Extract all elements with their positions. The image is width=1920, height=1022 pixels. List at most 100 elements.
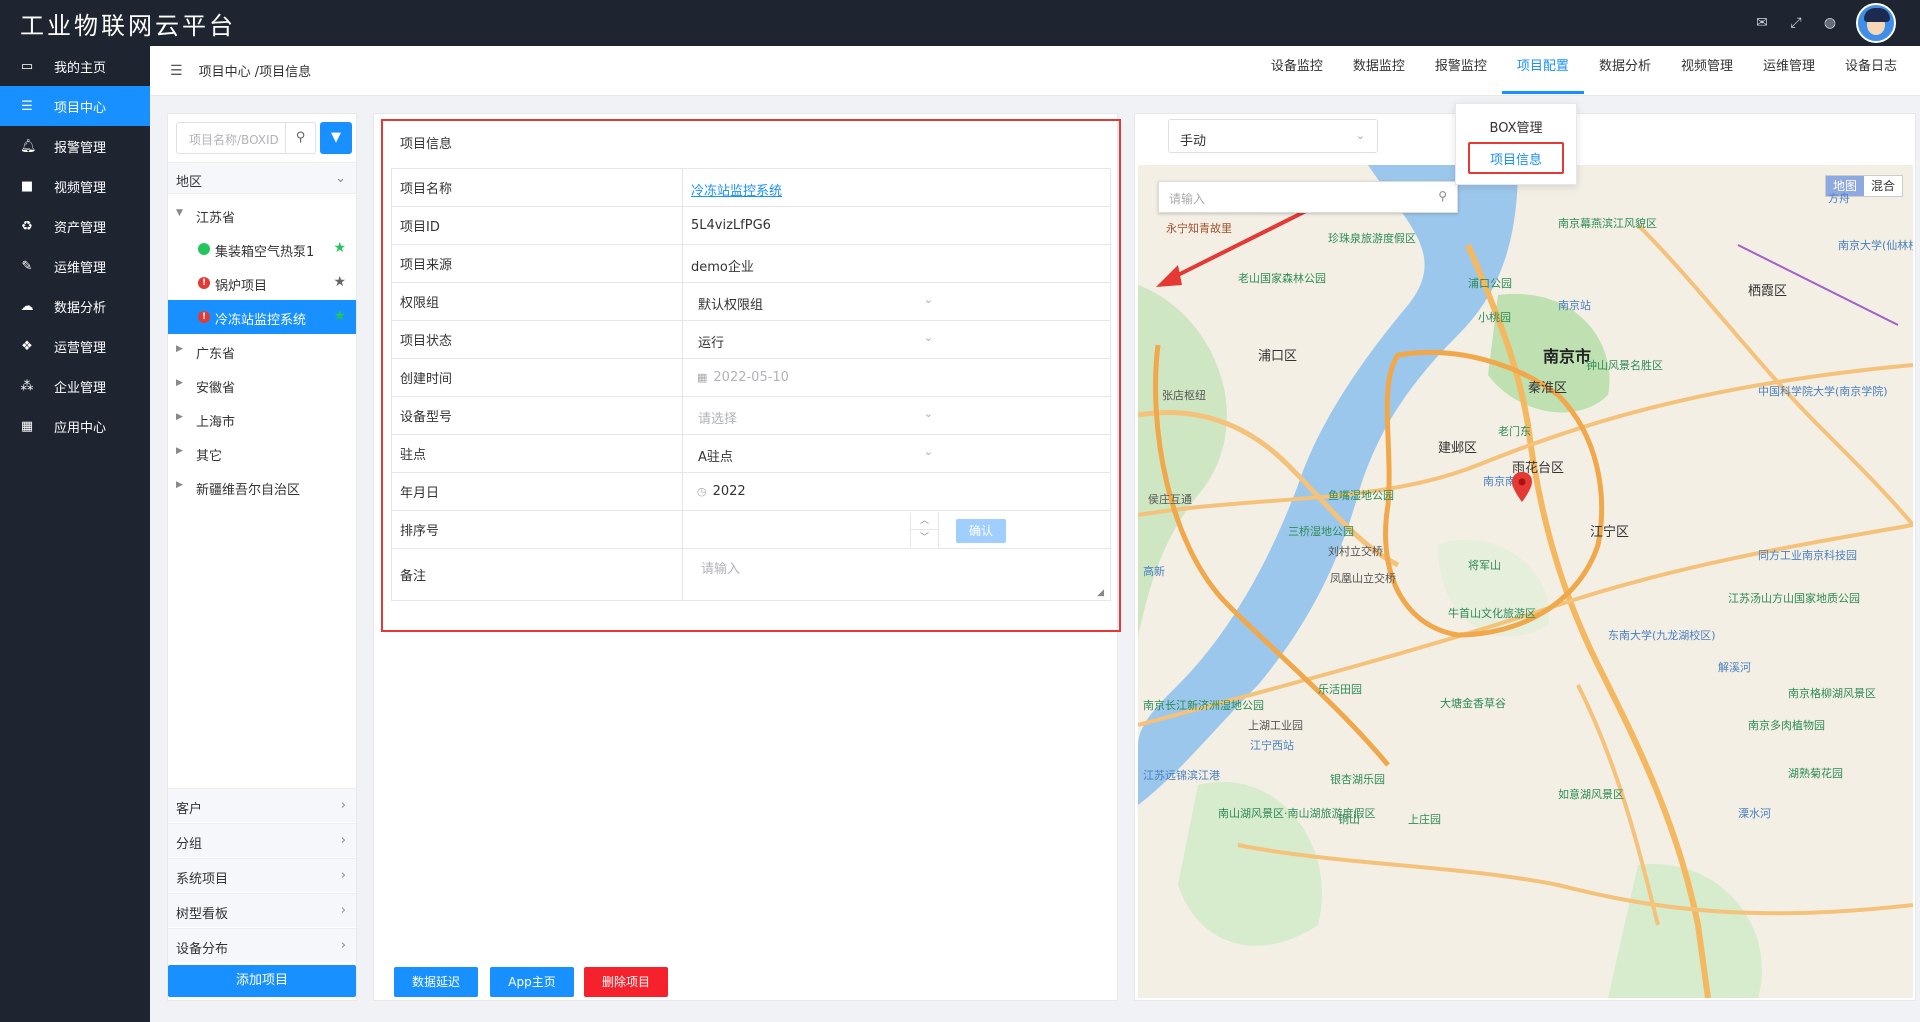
form-row-source: 项目来源 demo企业 [392, 245, 1111, 283]
avatar[interactable] [1856, 3, 1896, 43]
chevron-down-icon: ⌄ [923, 445, 933, 458]
nav-item-analysis[interactable]: ☁ 数据分析 [0, 286, 150, 326]
nav-item-home[interactable]: ▭ 我的主页 [0, 46, 150, 86]
star-icon[interactable]: ★ [333, 274, 346, 290]
map-canvas[interactable]: 请输入 ⚲ 地图 混合 南京市 秦淮区 浦口区 建邺区 雨花台区 江宁区 栖霞区… [1138, 165, 1913, 998]
nav-item-enterprise[interactable]: ⁂ 企业管理 [0, 366, 150, 406]
section-system-projects[interactable]: 系统项目 › [168, 858, 356, 892]
year-picker[interactable]: ◷ 2022 [697, 484, 746, 499]
search-placeholder: 请输入 [1169, 192, 1206, 206]
search-icon[interactable]: ⚲ [1438, 189, 1447, 203]
form-row-name: 项目名称 冷冻站监控系统 [392, 169, 1111, 207]
map-label-poi: 南京格柳湖风景区 [1788, 687, 1876, 700]
tree-province[interactable]: ▶ 上海市 [168, 402, 356, 436]
map-label-poi: 南京多肉植物园 [1748, 719, 1825, 732]
map-mode-select[interactable]: 手动 ⌄ [1168, 119, 1378, 153]
project-status-select[interactable]: 运行 ⌄ [691, 324, 941, 355]
location-pin-icon[interactable] [1511, 472, 1533, 502]
map-label-district: 建邺区 [1438, 441, 1478, 456]
nav-item-apps[interactable]: ▦ 应用中心 [0, 406, 150, 446]
textarea-placeholder: 请输入 [701, 562, 741, 577]
clock-icon: ◷ [697, 485, 707, 498]
province-label: 江苏省 [196, 211, 236, 226]
tab-video-management[interactable]: 视频管理 [1666, 46, 1748, 96]
nav-item-alarm[interactable]: 🔔︎ 报警管理 [0, 126, 150, 166]
filter-icon[interactable]: ▼ [320, 122, 352, 154]
delete-project-button[interactable]: 删除项目 [584, 967, 668, 997]
fullscreen-icon[interactable]: ⤢ [1788, 15, 1804, 31]
chevron-up-icon[interactable]: ︿ [911, 513, 938, 530]
tab-ops-management[interactable]: 运维管理 [1748, 46, 1830, 96]
form-row-remark: 备注 请输入 ◢ [392, 549, 1111, 601]
field-label: 驻点 [392, 435, 683, 472]
permission-group-select[interactable]: 默认权限组 ⌄ [691, 286, 941, 317]
nav-label: 企业管理 [54, 380, 107, 396]
tab-device-log[interactable]: 设备日志 [1830, 46, 1912, 96]
section-label: 设备分布 [176, 942, 229, 957]
tab-data-analysis[interactable]: 数据分析 [1584, 46, 1666, 96]
resize-grip-icon[interactable]: ◢ [1097, 588, 1104, 598]
map-label-poi: 溧水河 [1738, 807, 1771, 820]
device-model-select[interactable]: 请选择 ⌄ [691, 400, 941, 431]
menu-toggle-icon[interactable]: ☰ [170, 63, 183, 79]
section-customers[interactable]: 客户 › [168, 788, 356, 822]
tab-alarm-monitor[interactable]: 报警监控 [1420, 46, 1502, 96]
tab-device-monitor[interactable]: 设备监控 [1256, 46, 1338, 96]
app-home-button[interactable]: App主页 [490, 967, 574, 997]
nav-item-ops[interactable]: ✎ 运维管理 [0, 246, 150, 286]
nav-item-asset[interactable]: ♻ 资产管理 [0, 206, 150, 246]
tab-project-config[interactable]: 项目配置 [1501, 46, 1584, 96]
stepper-arrows[interactable]: ︿ ﹀ [910, 513, 938, 547]
project-name-link[interactable]: 冷冻站监控系统 [691, 180, 782, 199]
map-label-poi: 大塘金香草谷 [1440, 697, 1506, 710]
breadcrumb: 项目中心 /项目信息 [198, 65, 312, 80]
remark-textarea[interactable]: 请输入 ◢ [683, 549, 1110, 600]
site-select[interactable]: A驻点 ⌄ [691, 438, 941, 469]
section-device-distribution[interactable]: 设备分布 › [168, 928, 356, 962]
map-search-input[interactable]: 请输入 ⚲ [1158, 181, 1458, 213]
chevron-down-icon[interactable]: ﹀ [911, 530, 938, 547]
section-groups[interactable]: 分组 › [168, 823, 356, 857]
map-label-poi: 同方工业南京科技园 [1758, 549, 1857, 562]
section-label: 分组 [176, 837, 203, 852]
chevron-right-icon: › [340, 903, 346, 918]
mail-icon[interactable]: ✉ [1754, 15, 1770, 31]
tree-province[interactable]: ▶ 其它 [168, 436, 356, 470]
map-label-poi: 老山国家森林公园 [1238, 272, 1326, 285]
map-type-hybrid-button[interactable]: 混合 [1864, 176, 1902, 196]
search-icon[interactable]: ⚲ [285, 123, 315, 153]
nav-label: 资产管理 [54, 220, 107, 236]
data-delay-button[interactable]: 数据延迟 [394, 967, 478, 997]
region-header[interactable]: 地区 ⌄ [168, 162, 356, 194]
tab-data-monitor[interactable]: 数据监控 [1338, 46, 1420, 96]
tree-project-item[interactable]: ! 锅炉项目 ★ [168, 266, 356, 300]
confirm-button[interactable]: 确认 [956, 519, 1006, 543]
tree-province[interactable]: ▶ 广东省 [168, 334, 356, 368]
project-id-value: 5L4vizLfPG6 [691, 218, 771, 233]
nav-item-operation[interactable]: ❖ 运营管理 [0, 326, 150, 366]
tree-province-jiangsu[interactable]: ▼ 江苏省 [168, 198, 356, 232]
map-label-poi: 侯庄互通 [1148, 493, 1192, 506]
star-icon[interactable]: ★ [333, 240, 346, 256]
tree-project-item-selected[interactable]: ! 冷冻站监控系统 ★ [168, 300, 356, 334]
tree-province[interactable]: ▶ 新疆维吾尔自治区 [168, 470, 356, 504]
header-bar: ☰ 项目中心 /项目信息 设备监控 数据监控 报警监控 项目配置 数据分析 视频… [150, 46, 1920, 96]
order-number-stepper[interactable]: ︿ ﹀ [683, 513, 939, 547]
map-label-poi: 三桥湿地公园 [1288, 525, 1354, 538]
project-search-input[interactable]: 项目名称/BOXID ⚲ [176, 122, 316, 154]
nav-item-video[interactable]: ■ 视频管理 [0, 166, 150, 206]
map-label-poi: 方舟 [1828, 192, 1850, 205]
field-label: 项目名称 [392, 169, 683, 206]
caret-right-icon: ▶ [176, 344, 183, 354]
star-icon[interactable]: ★ [333, 308, 346, 324]
app-title: 工业物联网云平台 [20, 11, 236, 40]
dropdown-item-box-management[interactable]: BOX管理 [1456, 117, 1576, 136]
globe-icon[interactable]: ◍ [1822, 15, 1838, 31]
nav-item-project-center[interactable]: ☰ 项目中心 [0, 86, 150, 126]
section-tree-board[interactable]: 树型看板 › [168, 893, 356, 927]
chevron-right-icon: › [340, 938, 346, 953]
tree-project-item[interactable]: 集装箱空气热泵1 ★ [168, 232, 356, 266]
tree-province[interactable]: ▶ 安徽省 [168, 368, 356, 402]
map-label-poi: 上庄园 [1408, 813, 1441, 826]
add-project-button[interactable]: 添加项目 [168, 965, 356, 997]
